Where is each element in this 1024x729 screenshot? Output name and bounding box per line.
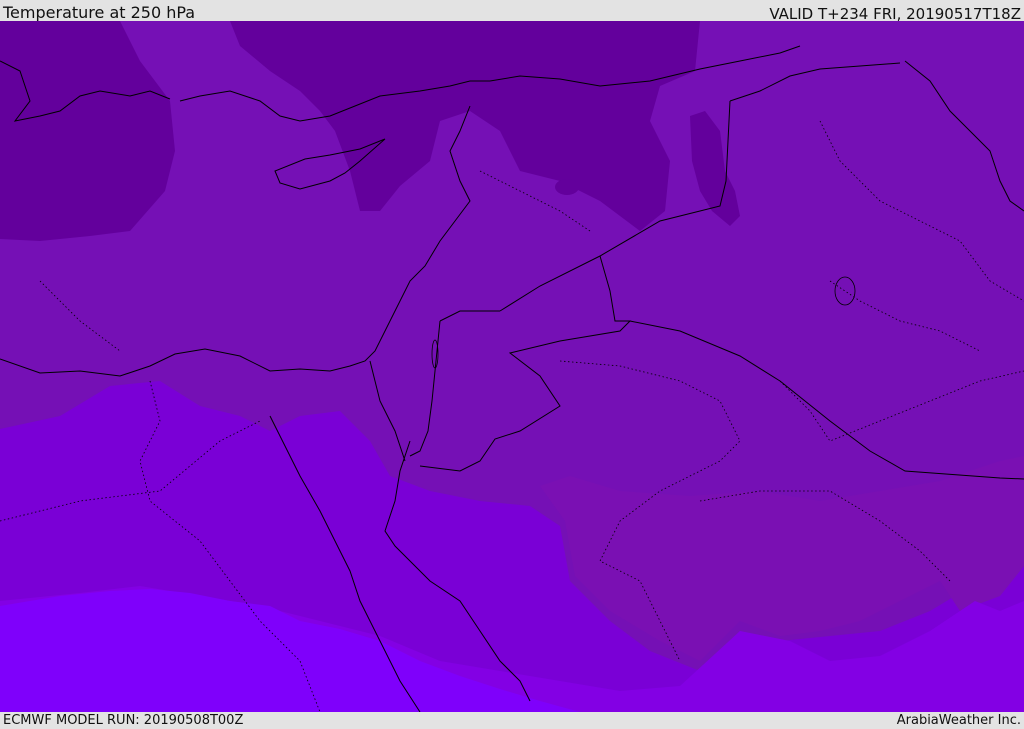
- map-title: Temperature at 250 hPa: [3, 3, 196, 22]
- model-run: ECMWF MODEL RUN: 20190508T00Z: [3, 713, 244, 728]
- cold-patch-small: [555, 179, 579, 195]
- header-bar: Temperature at 250 hPa VALID T+234 FRI, …: [0, 0, 1024, 23]
- credit: ArabiaWeather Inc.: [896, 713, 1021, 728]
- weather-map[interactable]: [0, 21, 1024, 712]
- map-svg: [0, 21, 1024, 712]
- footer-bar: ECMWF MODEL RUN: 20190508T00Z ArabiaWeat…: [0, 712, 1024, 729]
